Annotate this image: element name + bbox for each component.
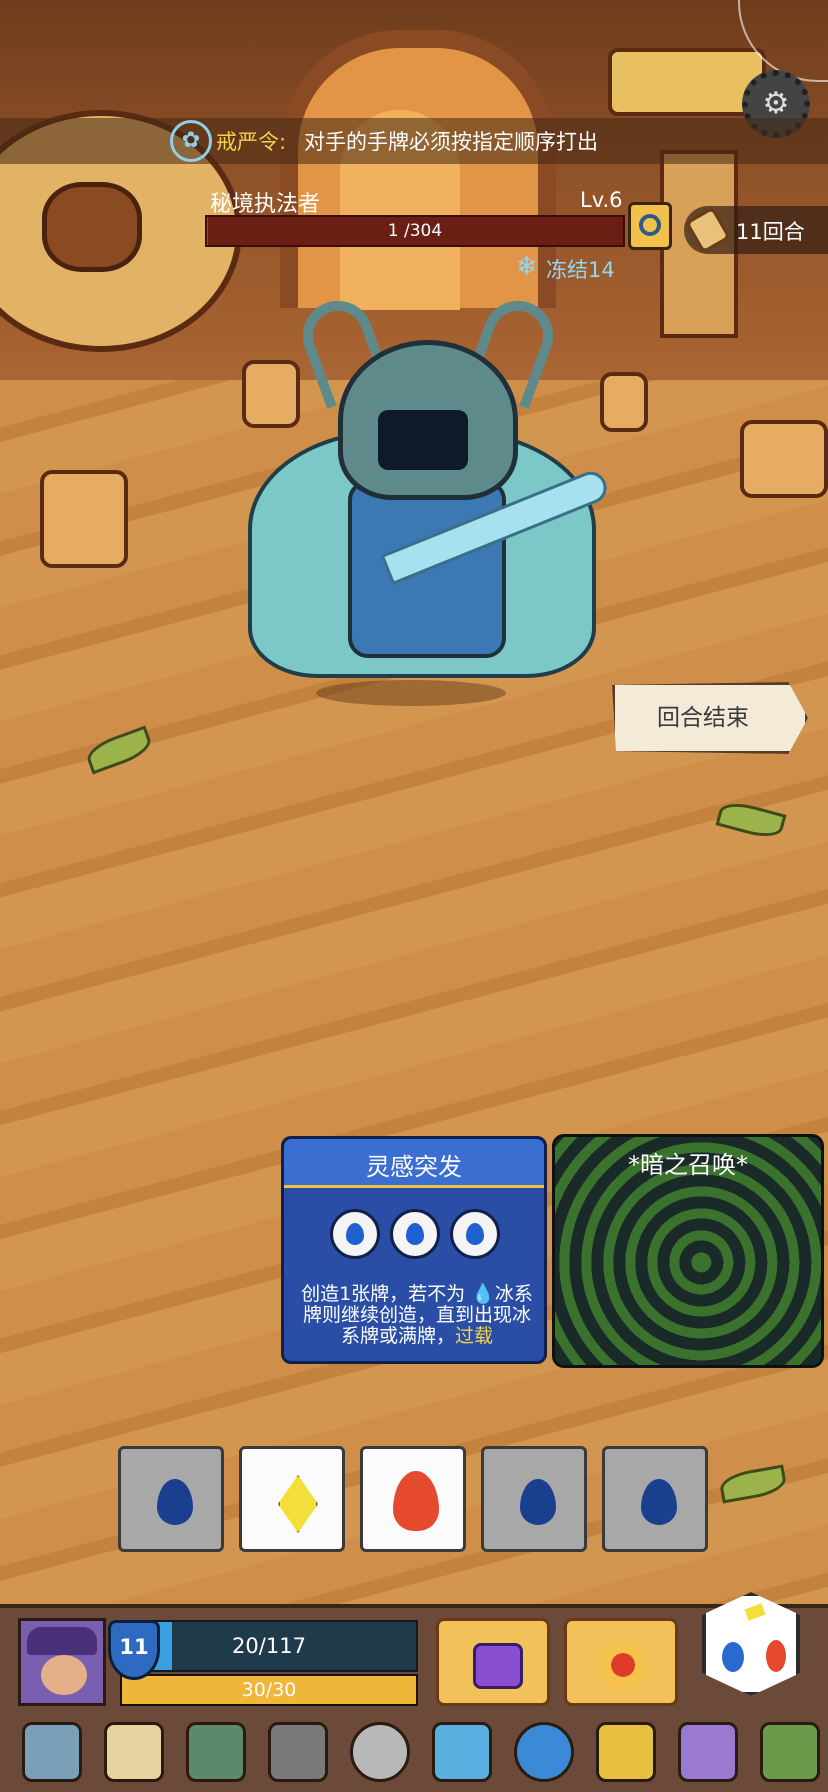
end-turn-button[interactable]: 回合结束 bbox=[612, 682, 808, 754]
rock bbox=[740, 420, 828, 498]
turn-counter-text: 11回合 bbox=[736, 220, 805, 244]
dice-slot[interactable] bbox=[118, 1446, 224, 1552]
dice-slot[interactable] bbox=[239, 1446, 345, 1552]
card-desc-part: 创造1张牌，若不为 bbox=[301, 1283, 472, 1305]
water-drop-icon bbox=[722, 1642, 744, 1672]
decree-title: 戒严令: bbox=[216, 130, 287, 154]
card-dark-summon[interactable]: *暗之召唤* bbox=[552, 1134, 824, 1368]
water-drop-icon bbox=[520, 1479, 556, 1525]
enemy-knight-sprite[interactable] bbox=[228, 291, 612, 720]
purple-boot-icon[interactable] bbox=[678, 1722, 738, 1782]
player-face bbox=[41, 1655, 87, 1695]
purple-lock-icon bbox=[473, 1643, 523, 1689]
enemy-hp-bar: 1 /304 bbox=[205, 215, 625, 247]
magnifier-icon bbox=[639, 214, 661, 236]
potion-flask-icon[interactable] bbox=[186, 1722, 246, 1782]
pickaxe-icon[interactable] bbox=[22, 1722, 82, 1782]
card-title: *暗之召唤* bbox=[628, 1151, 748, 1179]
yellow-diamond-icon bbox=[744, 1603, 766, 1621]
water-drop-icon bbox=[157, 1479, 193, 1525]
dice-slot[interactable] bbox=[481, 1446, 587, 1552]
enemy-visor bbox=[378, 410, 468, 470]
gold-amulet-icon[interactable] bbox=[596, 1722, 656, 1782]
decree-text: 对手的手牌必须按指定顺序打出 bbox=[304, 130, 598, 154]
card-inspiration-burst[interactable]: 灵感突发 创造1张牌，若不为 💧冰系牌则继续创造，直到出现冰系牌或满牌，过载 bbox=[281, 1136, 547, 1364]
armor-shield-icon: 11 bbox=[108, 1620, 160, 1680]
stone-wheel-hole bbox=[42, 182, 142, 272]
green-book-icon[interactable] bbox=[760, 1722, 820, 1782]
skill-lock-button[interactable] bbox=[436, 1618, 550, 1706]
explosion-burst-icon bbox=[595, 1637, 651, 1693]
water-drop-icon[interactable] bbox=[514, 1722, 574, 1782]
fire-icon bbox=[766, 1640, 786, 1672]
card-desc-ice: 冰 bbox=[494, 1283, 514, 1305]
ice-crystal-icon[interactable] bbox=[432, 1722, 492, 1782]
rose-seal-icon: ✿ bbox=[170, 120, 212, 162]
player-energy-bar: 30/30 bbox=[120, 1674, 418, 1706]
water-drop-icon bbox=[641, 1479, 677, 1525]
water-cost-icon bbox=[450, 1209, 500, 1259]
player-hp-bar: 20/117 bbox=[120, 1620, 418, 1672]
inspect-enemy-button[interactable] bbox=[628, 202, 672, 250]
water-cost-icon bbox=[390, 1209, 440, 1259]
enemy-shadow bbox=[316, 680, 506, 706]
enemy-hp-text: 1 /304 bbox=[387, 221, 443, 241]
water-drop-icon: 💧 bbox=[471, 1283, 495, 1305]
card-description: 创造1张牌，若不为 💧冰系牌则继续创造，直到出现冰系牌或满牌，过载 bbox=[294, 1284, 540, 1347]
dice-slot[interactable] bbox=[602, 1446, 708, 1552]
snowflake-icon: ❄ bbox=[516, 252, 538, 282]
wizard-hat bbox=[27, 1627, 97, 1655]
skill-burst-button[interactable] bbox=[564, 1618, 678, 1706]
yellow-diamond-icon bbox=[278, 1475, 318, 1533]
player-avatar[interactable] bbox=[18, 1618, 106, 1706]
iron-helmet-icon[interactable] bbox=[268, 1722, 328, 1782]
player-energy-text: 30/30 bbox=[241, 1679, 297, 1701]
armor-value: 11 bbox=[119, 1635, 149, 1659]
fire-icon bbox=[393, 1471, 439, 1531]
card-title: 灵感突发 bbox=[366, 1153, 462, 1181]
freeze-status-text: 冻结14 bbox=[546, 258, 615, 282]
rock bbox=[40, 470, 128, 568]
water-cost-icon bbox=[330, 1209, 380, 1259]
stone-coin-icon[interactable] bbox=[350, 1722, 410, 1782]
enemy-name: 秘境执法者 bbox=[210, 192, 321, 217]
enemy-level: Lv.6 bbox=[580, 188, 623, 212]
game-scene: ⚙ ✿ 戒严令: 对手的手牌必须按指定顺序打出 秘境执法者 Lv.6 1 /30… bbox=[0, 0, 828, 1792]
player-hp-text: 20/117 bbox=[232, 1634, 306, 1658]
dice-slot[interactable] bbox=[360, 1446, 466, 1552]
end-turn-label: 回合结束 bbox=[657, 705, 749, 731]
bone-scroll-icon[interactable] bbox=[104, 1722, 164, 1782]
card-desc-overload: 过载 bbox=[455, 1325, 494, 1347]
